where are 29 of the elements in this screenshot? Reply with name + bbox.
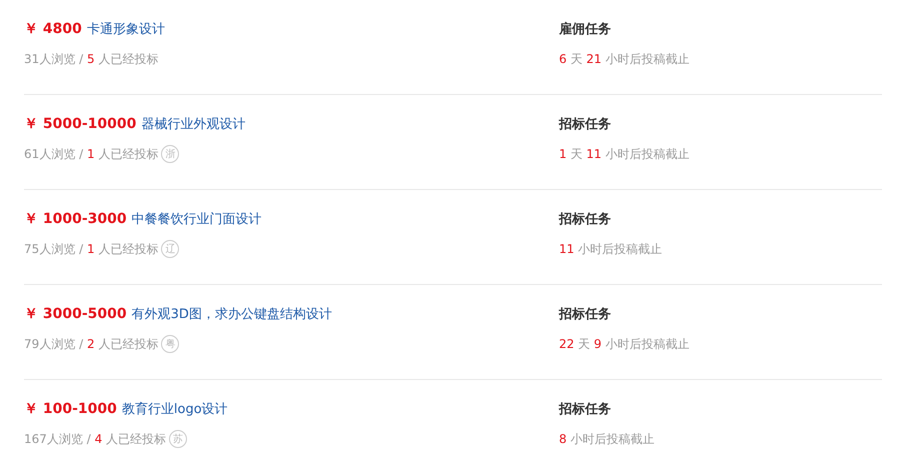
deadline-text: 1 天 11 小时后投稿截止: [559, 146, 690, 162]
task-type: 雇佣任务: [559, 20, 612, 39]
bid-stats: 31人浏览 / 5 人已经投标: [24, 50, 158, 68]
price: ￥ 3000-5000: [24, 305, 127, 323]
bid-stats: 79人浏览 / 2 人已经投标: [24, 336, 158, 352]
deadline-text: 11 小时后投稿截止: [559, 240, 662, 258]
deadline-text: 22 天 9 小时后投稿截止: [559, 336, 690, 352]
task-type: 招标任务: [559, 306, 612, 324]
task-title-link[interactable]: 器械行业外观设计: [141, 115, 246, 133]
bid-stats: 61人浏览 / 1 人已经投标: [24, 146, 158, 162]
region-badge: 辽: [161, 240, 180, 258]
task-title-link[interactable]: 教育行业logo设计: [122, 400, 228, 418]
region-badge: 浙: [161, 145, 180, 163]
task-type: 招标任务: [559, 401, 612, 419]
task-title-link[interactable]: 有外观3D图，求办公键盘结构设计: [132, 305, 332, 323]
task-type: 招标任务: [559, 211, 612, 229]
region-badge: 苏: [169, 430, 188, 448]
price: ￥ 4800: [24, 20, 82, 38]
deadline-text: 6 天 21 小时后投稿截止: [559, 50, 690, 68]
task-type: 招标任务: [559, 116, 612, 134]
price: ￥ 1000-3000: [24, 210, 127, 228]
price: ￥ 5000-10000: [24, 115, 136, 133]
task-title-link[interactable]: 中餐餐饮行业门面设计: [132, 210, 262, 228]
deadline-text: 8 小时后投稿截止: [559, 430, 654, 448]
price: ￥ 100-1000: [24, 400, 117, 418]
task-title-link[interactable]: 卡通形象设计: [86, 20, 165, 38]
bid-stats: 167人浏览 / 4 人已经投标: [24, 430, 166, 448]
region-badge: 粤: [161, 335, 180, 353]
bid-stats: 75人浏览 / 1 人已经投标: [24, 240, 158, 258]
